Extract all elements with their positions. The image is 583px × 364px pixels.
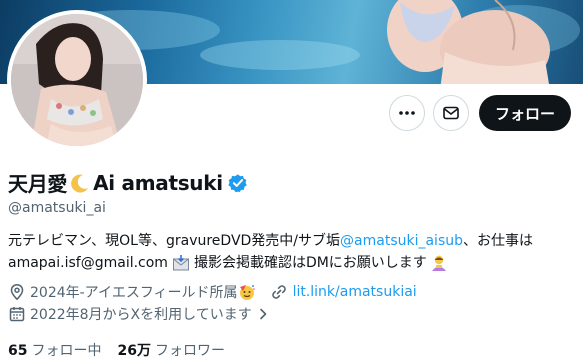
followers-count: 26万	[117, 343, 151, 359]
profile-meta-row: 2024年-アイエスフィールド所属 lit.link/amatsukiai	[8, 282, 417, 302]
following-count: 65	[8, 343, 28, 359]
followers-link[interactable]: 26万 フォロワー	[117, 340, 224, 360]
following-link[interactable]: 65 フォロー中	[8, 340, 101, 360]
bio-text: 元テレビマン、現OL等、gravureDVD発売中/サブ垢	[8, 233, 341, 249]
person-bowing-emoji-icon	[430, 254, 448, 272]
display-name: 天月愛	[8, 172, 68, 196]
profile-joined-date: 2022年8月からXを利用しています	[30, 307, 252, 323]
profile-joined-row[interactable]: 2022年8月からXを利用しています	[8, 304, 270, 324]
profile-avatar[interactable]	[7, 10, 147, 150]
followers-label: フォロワー	[154, 343, 225, 359]
link-icon	[271, 285, 286, 299]
more-options-button[interactable]	[389, 95, 425, 131]
bio-mention-link[interactable]: @amatsuki_aisub	[340, 230, 463, 252]
verified-badge-icon[interactable]	[228, 173, 248, 193]
envelope-arrow-emoji-icon	[172, 254, 190, 272]
bio-email: amapai.isf@gmail.com	[8, 255, 168, 271]
chevron-right-icon	[259, 308, 267, 320]
follow-button[interactable]: フォロー	[479, 95, 571, 131]
display-name-latin: Ai amatsuki	[93, 170, 223, 195]
profile-bio: 元テレビマン、現OL等、gravureDVD発売中/サブ垢 @amatsuki_a…	[8, 230, 578, 274]
calendar-icon	[9, 307, 25, 322]
location-pin-icon	[10, 284, 24, 301]
envelope-icon	[443, 106, 459, 120]
profile-name-row: 天月愛 Ai amatsuki	[8, 168, 248, 197]
bio-text: 撮影会掲載確認はDMにお願いします	[193, 255, 427, 271]
water-ripple	[200, 40, 360, 70]
profile-website-link[interactable]: lit.link/amatsukiai	[293, 284, 417, 300]
profile-location: 2024年-アイエスフィールド所属	[30, 285, 238, 301]
profile-stats: 65 フォロー中 26万 フォロワー	[8, 340, 225, 360]
crescent-moon-icon	[71, 174, 89, 193]
profile-handle: @amatsuki_ai	[8, 200, 106, 216]
following-label: フォロー中	[31, 343, 102, 359]
banner-photo-figure	[387, 0, 550, 84]
more-dots-icon	[399, 111, 415, 115]
bio-text: 、お仕事は	[463, 233, 534, 249]
avatar-photo	[11, 14, 143, 146]
party-face-emoji-icon	[238, 283, 256, 301]
message-button[interactable]	[433, 95, 469, 131]
